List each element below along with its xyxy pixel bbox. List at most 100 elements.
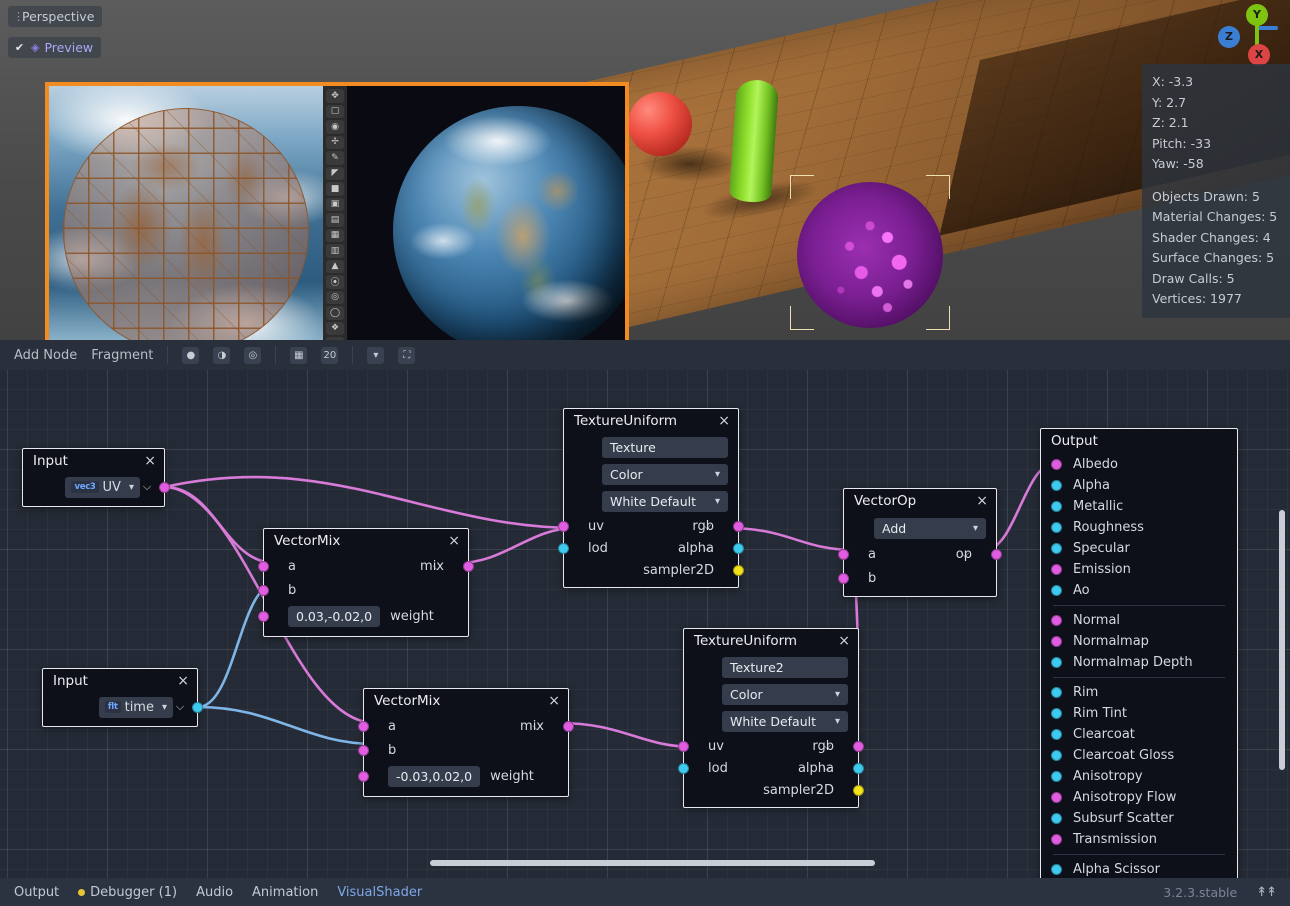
- close-icon[interactable]: ×: [976, 495, 988, 507]
- output-port-row[interactable]: Anisotropy: [1041, 766, 1237, 787]
- output-port-row[interactable]: Alpha: [1041, 475, 1237, 496]
- node-header[interactable]: TextureUniform ×: [564, 409, 738, 432]
- expand-icon[interactable]: ⌵: [958, 547, 972, 561]
- output-port-row[interactable]: Roughness: [1041, 517, 1237, 538]
- panel-tab-debugger[interactable]: Debugger (1): [78, 885, 177, 900]
- grid-icon[interactable]: ▦: [290, 347, 307, 364]
- preview-tool-palette[interactable]: ✥ ▢ ◉ ✢ ✎ ◤ ■ ▣ ▤ ▦ ▥ ▲ ⦿ ◎ ◯ ❖ ◣ ◢: [323, 86, 347, 366]
- input-port-b[interactable]: [258, 585, 269, 596]
- mode-fragment-label[interactable]: Fragment: [91, 348, 153, 363]
- axis-gizmo[interactable]: Z Y X: [1208, 2, 1282, 72]
- uniform-name-field[interactable]: Texture: [602, 437, 728, 458]
- uniform-name-field[interactable]: Texture2: [722, 657, 848, 678]
- node-output[interactable]: Output AlbedoAlphaMetallicRoughnessSpecu…: [1040, 428, 1238, 878]
- tool-loopcut-icon[interactable]: ▥: [326, 244, 344, 258]
- input-port-uv[interactable]: [558, 521, 569, 532]
- output-port-row[interactable]: Specular: [1041, 538, 1237, 559]
- tool-add-cube-icon[interactable]: ■: [326, 182, 344, 196]
- input-port-a[interactable]: [838, 549, 849, 560]
- input-port-roughness[interactable]: [1051, 522, 1062, 533]
- output-port-row[interactable]: Metallic: [1041, 496, 1237, 517]
- expand-panel-icon[interactable]: ↟↟: [1256, 885, 1276, 900]
- input-port-rim[interactable]: [1051, 687, 1062, 698]
- input-port-clearcoat-gloss[interactable]: [1051, 750, 1062, 761]
- tool-inset-icon[interactable]: ▤: [326, 213, 344, 227]
- node-vectorop[interactable]: VectorOp × Add ▾ a op ⌵: [843, 488, 997, 597]
- node-header[interactable]: Output: [1041, 429, 1237, 452]
- input-port-lod[interactable]: [558, 543, 569, 554]
- input-type-select[interactable]: vec3 UV ▾: [65, 477, 140, 498]
- shader-preview-window[interactable]: ✥ ▢ ◉ ✢ ✎ ◤ ■ ▣ ▤ ▦ ▥ ▲ ⦿ ◎ ◯ ❖ ◣ ◢: [45, 82, 629, 370]
- output-port-rgb[interactable]: [853, 741, 864, 752]
- expand-icon[interactable]: ⌵: [700, 519, 714, 533]
- output-port-row[interactable]: Emission: [1041, 559, 1237, 580]
- operator-select[interactable]: Add ▾: [874, 518, 986, 539]
- node-header[interactable]: TextureUniform ×: [684, 629, 858, 652]
- circle-half-icon[interactable]: ◑: [213, 347, 230, 364]
- output-port-alpha[interactable]: [853, 763, 864, 774]
- output-port-row[interactable]: Anisotropy Flow: [1041, 787, 1237, 808]
- node-vectormix-2[interactable]: VectorMix × a mix ⌵ b -0.03,0.02,0: [363, 688, 569, 797]
- expand-icon[interactable]: ⌵: [700, 541, 714, 555]
- node-input-time[interactable]: Input × flt time ▾ ⌵: [42, 668, 198, 727]
- gizmo-x-axis[interactable]: X: [1248, 44, 1270, 66]
- tool-knife-icon[interactable]: ▲: [326, 260, 344, 274]
- input-port-alpha[interactable]: [1051, 480, 1062, 491]
- input-port-weight[interactable]: [358, 771, 369, 782]
- tool-pencil-icon[interactable]: ✎: [326, 151, 344, 165]
- input-port-albedo[interactable]: [1051, 459, 1062, 470]
- input-port-rim-tint[interactable]: [1051, 708, 1062, 719]
- color-type-select[interactable]: Color ▾: [722, 684, 848, 705]
- horizontal-scrollbar[interactable]: [430, 860, 875, 866]
- panel-tab-output[interactable]: Output: [14, 885, 59, 900]
- node-texture-uniform-1[interactable]: TextureUniform × Texture Color ▾ White D…: [563, 408, 739, 588]
- input-port-anisotropy[interactable]: [1051, 771, 1062, 782]
- vertical-scrollbar[interactable]: [1279, 510, 1285, 770]
- output-port-uv[interactable]: [159, 482, 170, 493]
- output-port-mix[interactable]: [563, 721, 574, 732]
- output-port-row[interactable]: Normal: [1041, 610, 1237, 631]
- output-port-row[interactable]: Clearcoat Gloss: [1041, 745, 1237, 766]
- output-port-row[interactable]: Normalmap: [1041, 631, 1237, 652]
- chevron-down-icon[interactable]: ▾: [162, 702, 167, 713]
- input-port-specular[interactable]: [1051, 543, 1062, 554]
- node-header[interactable]: Input ×: [43, 669, 197, 692]
- expand-icon[interactable]: ⌵: [820, 761, 834, 775]
- input-port-emission[interactable]: [1051, 564, 1062, 575]
- node-input-uv[interactable]: Input × vec3 UV ▾ ⌵: [22, 448, 165, 507]
- bottom-status-bar[interactable]: Output Debugger (1) Audio Animation Visu…: [0, 878, 1290, 906]
- input-port-subsurf-scatter[interactable]: [1051, 813, 1062, 824]
- weight-value-field[interactable]: 0.03,-0.02,0: [288, 606, 380, 627]
- chevron-down-icon[interactable]: ▾: [367, 347, 384, 364]
- gizmo-z-axis[interactable]: Z: [1218, 26, 1240, 48]
- output-port-op[interactable]: [991, 549, 1002, 560]
- node-header[interactable]: Input ×: [23, 449, 164, 472]
- input-port-b[interactable]: [838, 573, 849, 584]
- node-header[interactable]: VectorMix ×: [264, 529, 468, 552]
- add-node-button[interactable]: Add Node: [14, 348, 77, 363]
- screenshot-icon[interactable]: ⛶: [398, 347, 415, 364]
- panel-tab-visualshader[interactable]: VisualShader: [337, 885, 422, 900]
- expand-icon[interactable]: ⌵: [820, 739, 834, 753]
- output-port-row[interactable]: Normalmap Depth: [1041, 652, 1237, 673]
- tool-spin-icon[interactable]: ◎: [326, 291, 344, 305]
- node-texture-uniform-2[interactable]: TextureUniform × Texture2 Color ▾ White …: [683, 628, 859, 808]
- output-port-alpha[interactable]: [733, 543, 744, 554]
- node-vectormix-1[interactable]: VectorMix × a mix ⌵ b 0.03,-0.02,0: [263, 528, 469, 637]
- close-icon[interactable]: ×: [838, 635, 850, 647]
- output-port-rgb[interactable]: [733, 521, 744, 532]
- input-port-clearcoat[interactable]: [1051, 729, 1062, 740]
- graph-toolbar[interactable]: Add Node Fragment ● ◑ ◎ ▦ 20 ▾ ⛶: [0, 340, 1290, 370]
- output-port-mix[interactable]: [463, 561, 474, 572]
- close-icon[interactable]: ×: [718, 415, 730, 427]
- close-icon[interactable]: ×: [177, 675, 189, 687]
- close-icon[interactable]: ×: [548, 695, 560, 707]
- output-port-row[interactable]: Subsurf Scatter: [1041, 808, 1237, 829]
- input-port-uv[interactable]: [678, 741, 689, 752]
- tool-smooth-icon[interactable]: ◯: [326, 306, 344, 320]
- snap-icon[interactable]: 20: [321, 347, 338, 364]
- tool-select-circle-icon[interactable]: ◉: [326, 120, 344, 134]
- circle-dot-icon[interactable]: ◎: [244, 347, 261, 364]
- default-value-select[interactable]: White Default ▾: [602, 491, 728, 512]
- tool-poly-build-icon[interactable]: ⦿: [326, 275, 344, 289]
